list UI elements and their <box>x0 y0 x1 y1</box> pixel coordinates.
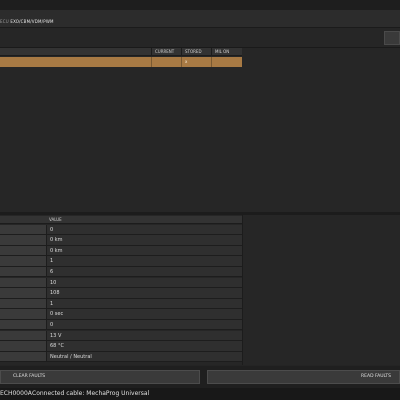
column-value: VALUE <box>49 217 62 222</box>
value-row[interactable]: Neutral / Neutral <box>0 351 242 363</box>
fault-list-panel <box>0 48 400 212</box>
read-faults-button[interactable]: READ FAULTS <box>207 370 400 384</box>
value-row[interactable]: 10 <box>0 277 242 289</box>
value-row[interactable]: 108 <box>0 288 242 299</box>
value-row[interactable]: 0 km <box>0 245 242 257</box>
value-name-cell <box>0 277 46 288</box>
value-name-cell <box>0 319 46 330</box>
value-name-cell <box>0 288 46 298</box>
values-divider <box>242 215 243 365</box>
fault-current-cell <box>151 57 181 67</box>
path-text: EXO/CBM/VDM/PWM <box>10 19 54 24</box>
value-name-cell <box>0 351 46 362</box>
value-name-cell <box>0 224 46 235</box>
toolbar-action-button[interactable] <box>384 31 400 45</box>
fault-mil-on-cell <box>211 57 242 67</box>
column-current: CURRENT <box>151 48 181 56</box>
status-cable-text: Connected cable: MechaProg Universal <box>32 390 150 397</box>
value-row[interactable]: 0 <box>0 319 242 331</box>
value-row[interactable]: 1 <box>0 298 242 310</box>
value-name-cell <box>0 245 46 256</box>
value-row[interactable]: 68 °C <box>0 341 242 352</box>
value-cell: 6 <box>46 266 242 277</box>
top-toolbar <box>0 10 400 28</box>
ecu-path-label: ECU EXO/CBM/VDM/PWM <box>0 19 54 24</box>
value-row[interactable]: 0 <box>0 224 242 236</box>
value-row[interactable]: 13 V <box>0 330 242 342</box>
value-cell: Neutral / Neutral <box>46 351 242 362</box>
value-name-cell <box>0 256 46 266</box>
value-name-cell <box>0 235 46 245</box>
value-cell: 0 km <box>46 245 242 256</box>
value-row[interactable]: 6 <box>0 266 242 278</box>
value-cell: 0 sec <box>46 309 242 319</box>
sub-toolbar <box>0 28 400 48</box>
value-name-cell <box>0 330 46 341</box>
value-row[interactable]: 1 <box>0 256 242 267</box>
value-cell: 0 km <box>46 235 242 245</box>
value-row[interactable]: 0 sec <box>0 309 242 320</box>
value-cell: 1 <box>46 256 242 266</box>
value-cell: 10 <box>46 277 242 288</box>
value-row[interactable]: 0 km <box>0 235 242 246</box>
values-table-header <box>0 216 242 224</box>
value-name-cell <box>0 309 46 319</box>
title-bar <box>0 0 400 10</box>
column-mil-on: MIL ON <box>211 48 242 56</box>
path-prefix: ECU <box>0 19 9 24</box>
value-cell: 68 °C <box>46 341 242 351</box>
status-bar: ECH0000A Connected cable: MechaProg Univ… <box>0 388 400 400</box>
value-name-cell <box>0 341 46 351</box>
value-cell: 1 <box>46 298 242 309</box>
value-name-cell <box>0 266 46 277</box>
value-cell: 0 <box>46 224 242 235</box>
status-ecu-code: ECH0000A <box>0 390 32 397</box>
clear-faults-button[interactable]: CLEAR FAULTS <box>0 370 200 384</box>
value-cell: 108 <box>46 288 242 298</box>
value-cell: 0 <box>46 319 242 330</box>
fault-stored-cell: x <box>181 57 211 67</box>
value-name-cell <box>0 298 46 309</box>
value-cell: 13 V <box>46 330 242 341</box>
column-stored: STORED <box>181 48 211 56</box>
